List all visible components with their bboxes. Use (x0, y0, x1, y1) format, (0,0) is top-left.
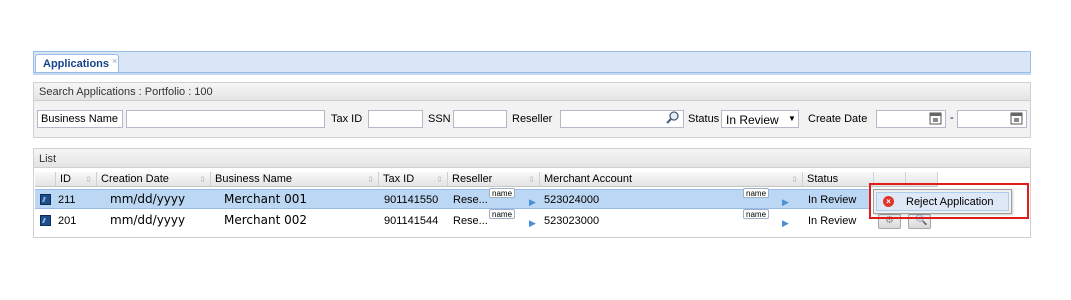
column-header-id-label: ID (60, 173, 71, 185)
status-label: Status (688, 113, 720, 125)
tax-id-input[interactable] (368, 110, 423, 128)
ssn-label: SSN (428, 113, 451, 125)
cell-reseller: Rese... (453, 215, 488, 227)
cell-creation-date: mm/dd/yyyy (110, 213, 186, 227)
cell-tax-id: 901141550 (384, 194, 439, 206)
calendar-icon[interactable] (929, 112, 942, 125)
tab-divider (33, 72, 1031, 75)
cell-merchant-account: 523024000 (544, 194, 600, 206)
reseller-name-tag: name (489, 209, 516, 219)
reseller-name-tag: name (489, 188, 516, 198)
annotation-highlight-box (869, 183, 1029, 219)
business-name-input[interactable] (126, 110, 325, 128)
column-header-reseller-label: Reseller (452, 173, 493, 185)
column-header-creation-date-label: Creation Date (101, 173, 169, 185)
column-header-reseller[interactable]: Reseller ⇳ (448, 172, 540, 187)
cell-merchant-account: 523023000 (544, 215, 600, 227)
close-icon[interactable]: × (112, 56, 117, 66)
search-icon[interactable] (666, 111, 680, 125)
column-header-status-label: Status (807, 173, 839, 185)
cell-id: 211 (58, 194, 76, 206)
chevron-down-icon[interactable]: ▼ (788, 114, 796, 123)
sort-icon: ⇳ (791, 175, 798, 184)
column-header-business-name-label: Business Name (215, 173, 293, 185)
calendar-icon[interactable] (1010, 112, 1023, 125)
cell-status: In Review (808, 215, 857, 227)
cell-tax-id: 901141544 (384, 215, 439, 227)
tab-strip (33, 51, 1031, 73)
document-icon[interactable] (40, 215, 51, 226)
tab-applications[interactable]: Applications × (35, 54, 119, 73)
cell-status: In Review (808, 194, 857, 206)
sort-icon: ⇳ (367, 175, 374, 184)
tax-id-label: Tax ID (331, 113, 363, 125)
cell-reseller: Rese... (453, 194, 488, 206)
business-name-label: Business Name (41, 113, 119, 125)
business-name-label-box: Business Name (37, 110, 123, 128)
sort-icon: ⇳ (199, 175, 206, 184)
play-arrow-icon[interactable]: ▶ (782, 197, 789, 208)
tab-label: Applications (43, 58, 110, 70)
column-header-status[interactable]: Status (803, 172, 874, 187)
column-header-creation-date[interactable]: Creation Date ⇳ (97, 172, 211, 187)
column-header-checker (35, 172, 56, 187)
column-header-merchant-account-label: Merchant Account (544, 173, 633, 185)
status-select-value: In Review (726, 113, 779, 127)
create-date-label: Create Date (808, 113, 868, 125)
play-arrow-icon[interactable]: ▶ (782, 218, 789, 229)
column-header-tax-id-label: Tax ID (383, 173, 415, 185)
sort-icon: ⇳ (528, 175, 535, 184)
reseller-label: Reseller (512, 113, 553, 125)
cell-business-name: Merchant 002 (224, 213, 307, 227)
list-panel-title: List (33, 148, 1031, 168)
search-panel-title: Search Applications : Portfolio : 100 (33, 82, 1031, 101)
cell-creation-date: mm/dd/yyyy (110, 192, 186, 206)
column-header-merchant-account[interactable]: Merchant Account ⇳ (540, 172, 803, 187)
cell-business-name: Merchant 001 (224, 192, 307, 206)
account-name-tag: name (743, 209, 770, 219)
date-separator: - (950, 112, 954, 124)
ssn-input[interactable] (453, 110, 507, 128)
sort-icon: ⇳ (85, 175, 92, 184)
account-name-tag: name (743, 188, 770, 198)
column-header-tax-id[interactable]: Tax ID ⇳ (379, 172, 448, 187)
document-icon[interactable] (40, 194, 51, 205)
play-arrow-icon[interactable]: ▶ (529, 197, 536, 208)
sort-icon: ⇳ (436, 175, 443, 184)
play-arrow-icon[interactable]: ▶ (529, 218, 536, 229)
column-header-business-name[interactable]: Business Name ⇳ (211, 172, 379, 187)
column-header-id[interactable]: ID ⇳ (56, 172, 97, 187)
cell-id: 201 (58, 215, 77, 227)
